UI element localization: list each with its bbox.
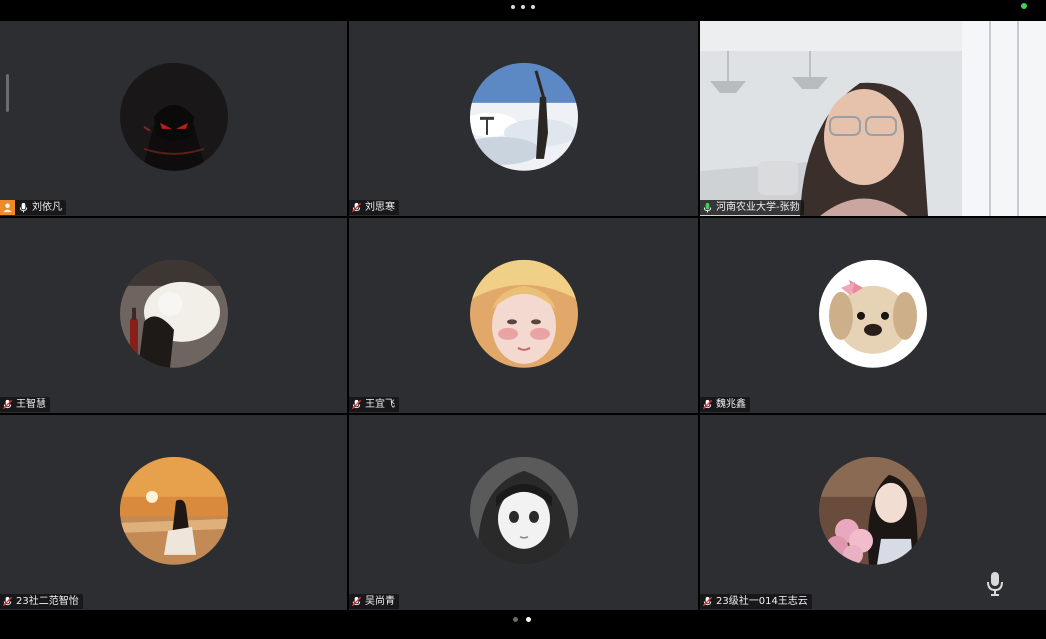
muted-mic-icon	[351, 202, 362, 213]
page-dot[interactable]	[513, 617, 518, 622]
participant-name-tag: 23社二范智怡	[0, 594, 83, 609]
participant-tile[interactable]: 王宜飞	[349, 218, 698, 413]
participant-tile[interactable]: 王智慧	[0, 218, 347, 413]
more-options-icon[interactable]	[511, 3, 535, 11]
participant-name-tag: 吴尚青	[349, 594, 399, 609]
participant-avatar	[469, 259, 578, 368]
participant-name: 刘思寒	[365, 202, 395, 213]
participant-name-tag: 23级社一014王志云	[700, 594, 812, 609]
participant-name: 刘依凡	[32, 202, 62, 213]
scroll-handle[interactable]	[6, 74, 9, 112]
participant-tile[interactable]: 刘思寒	[349, 21, 698, 216]
participant-tile[interactable]: 吴尚青	[349, 415, 698, 610]
participant-tile[interactable]: 魏兆鑫	[700, 218, 1046, 413]
muted-mic-icon	[2, 596, 13, 607]
muted-mic-icon	[2, 399, 13, 410]
muted-mic-icon	[351, 596, 362, 607]
participant-name-tag: 刘思寒	[349, 200, 399, 215]
participant-avatar	[819, 259, 927, 368]
participant-name: 23级社一014王志云	[716, 596, 808, 607]
participant-tile-active-speaker[interactable]: 河南农业大学-张勃	[700, 21, 1046, 216]
participant-name-tag: 王智慧	[0, 397, 50, 412]
page-dot-current[interactable]	[526, 617, 531, 622]
participant-avatar	[119, 259, 228, 368]
participant-name: 魏兆鑫	[716, 399, 746, 410]
mic-icon	[702, 202, 713, 213]
bottom-bar	[0, 610, 1046, 639]
muted-mic-icon	[351, 399, 362, 410]
video-grid: 刘依凡 刘思寒 河南农业大学-张勃 王智慧 王宜飞 魏兆鑫 23社二范智怡 吴尚…	[0, 21, 1046, 610]
microphone-icon[interactable]	[985, 571, 1005, 597]
top-bar	[0, 0, 1046, 21]
mic-icon	[18, 202, 29, 213]
participant-name: 河南农业大学-张勃	[716, 202, 800, 213]
page-indicator	[513, 617, 531, 622]
participant-tile[interactable]: 刘依凡	[0, 21, 347, 216]
participant-tile[interactable]: 23社二范智怡	[0, 415, 347, 610]
participant-name: 吴尚青	[365, 596, 395, 607]
participant-name-tag: 魏兆鑫	[700, 397, 750, 412]
host-icon	[0, 200, 15, 215]
participant-name-tag: 刘依凡	[0, 200, 66, 215]
participant-name-tag: 王宜飞	[349, 397, 399, 412]
participant-name: 王宜飞	[365, 399, 395, 410]
participant-name: 王智慧	[16, 399, 46, 410]
participant-avatar	[819, 456, 927, 565]
connection-status-indicator	[1021, 3, 1027, 9]
participant-name: 23社二范智怡	[16, 596, 79, 607]
participant-name-tag: 河南农业大学-张勃	[700, 200, 804, 215]
participant-avatar	[469, 456, 578, 565]
muted-mic-icon	[702, 596, 713, 607]
participant-video	[700, 21, 1046, 216]
muted-mic-icon	[702, 399, 713, 410]
participant-avatar	[119, 62, 228, 171]
participant-avatar	[119, 456, 228, 565]
participant-avatar	[469, 62, 578, 171]
